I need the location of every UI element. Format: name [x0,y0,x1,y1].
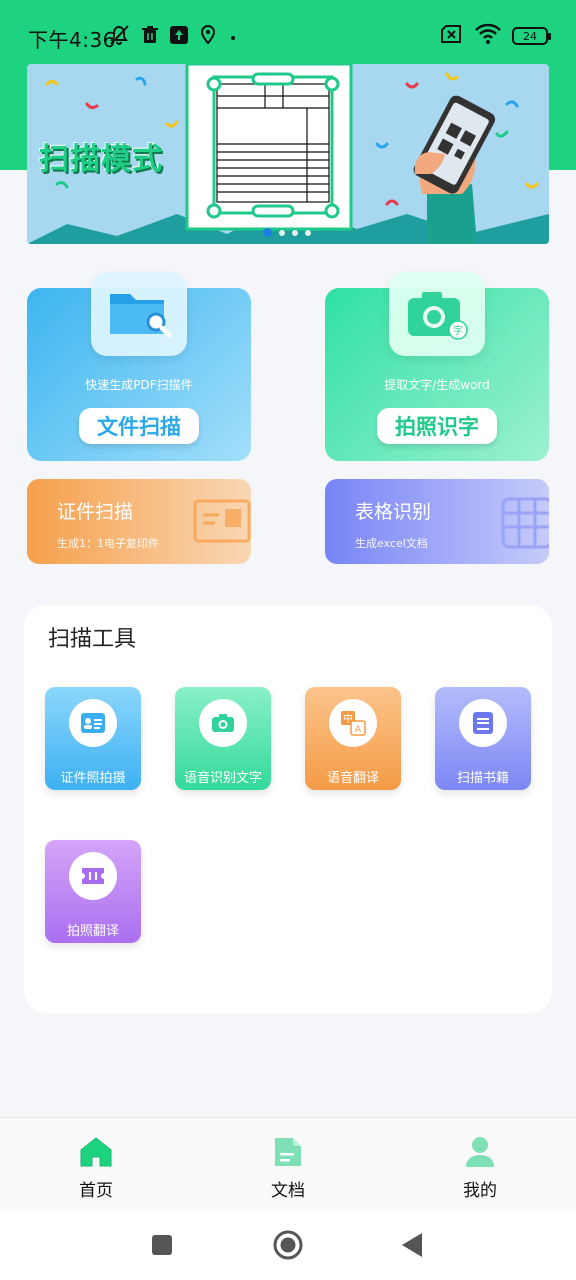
status-time: 下午4:36 [28,28,116,52]
table-ocr-subtitle: 生成excel文档 [355,537,428,550]
dot-icon [228,28,238,47]
table-grid-icon [499,497,549,555]
nav-home-label: 首页 [79,1181,113,1201]
tool-photo-translate[interactable]: 拍照翻译 [45,840,141,943]
nav-documents-label: 文档 [271,1181,305,1201]
location-icon [200,24,216,49]
file-scan-subtitle: 快速生成PDF扫描件 [85,378,193,392]
banner-title: 扫描模式 [39,142,163,177]
carousel-indicator [263,228,311,237]
nav-mine-label: 我的 [463,1181,497,1201]
tool-speech-to-text-label: 语音识别文字 [183,771,262,786]
upload-icon [170,26,188,48]
nav-documents[interactable]: 文档 [238,1136,338,1201]
tool-voice-translate[interactable]: 中A 语音翻译 [305,687,401,790]
book-icon [459,699,507,747]
photo-ocr-card[interactable]: 字 提取文字/生成word 拍照识字 [325,272,549,461]
id-scan-subtitle: 生成1：1电子复印件 [57,537,159,550]
carousel-dot-3[interactable] [292,229,298,236]
tool-voice-translate-label: 语音翻译 [326,771,379,786]
tool-photo-translate-label: 拍照翻译 [66,924,119,939]
carousel-dot-1[interactable] [263,228,272,237]
user-icon [464,1137,496,1172]
carousel-dot-2[interactable] [279,229,285,236]
photo-ocr-subtitle: 提取文字/生成word [384,378,490,392]
tool-id-photo[interactable]: 证件照拍摄 [45,687,141,790]
scan-tools-title: 扫描工具 [48,627,137,652]
id-photo-icon [69,699,117,747]
back-button[interactable] [400,1232,424,1262]
status-icons-right: 24 [440,23,551,49]
nav-mine[interactable]: 我的 [430,1136,530,1201]
battery-level: 24 [523,29,537,43]
scan-tools-panel: 扫描工具 证件照拍摄 语音识别文字 中A 语音翻译 扫描书籍 拍照翻译 [24,605,552,1013]
tool-scan-book[interactable]: 扫描书籍 [435,687,531,790]
bottom-navigation: 首页 文档 我的 [0,1117,576,1211]
battery-icon: 24 [512,27,551,45]
recents-button[interactable] [151,1234,173,1260]
photo-ocr-button[interactable]: 拍照识字 [377,408,497,444]
translate-icon: 中A [329,699,377,747]
home-button[interactable] [272,1229,304,1265]
carousel-dot-4[interactable] [305,229,311,236]
status-icons-left [108,24,238,50]
svg-text:字: 字 [453,324,463,337]
camera-text-icon: 字 [389,272,485,356]
nav-home[interactable]: 首页 [46,1136,146,1201]
ticket-icon [69,852,117,900]
system-navigation-bar [0,1211,576,1280]
mute-icon [108,24,130,50]
home-icon [79,1137,113,1172]
document-icon [273,1138,303,1172]
tool-scan-book-label: 扫描书籍 [456,771,509,786]
table-ocr-title: 表格识别 [355,501,432,523]
status-bar: 下午4:36 24 [0,0,576,72]
table-ocr-card[interactable]: 表格识别 生成excel文档 [325,479,549,564]
id-scan-card[interactable]: 证件扫描 生成1：1电子复印件 [27,479,251,564]
tool-speech-to-text[interactable]: 语音识别文字 [175,687,271,790]
svg-text:A: A [355,725,362,735]
tool-id-photo-label: 证件照拍摄 [60,771,126,786]
trash-icon [142,26,158,48]
id-scan-title: 证件扫描 [57,501,134,523]
file-scan-button[interactable]: 文件扫描 [79,408,199,444]
file-scan-card[interactable]: 快速生成PDF扫描件 文件扫描 [27,272,251,461]
no-sim-icon [440,24,464,48]
folder-search-icon [91,272,187,356]
wifi-icon [474,23,502,49]
promo-banner[interactable]: 扫描模式 [27,64,549,244]
camera-icon [199,699,247,747]
id-card-icon [191,497,251,551]
